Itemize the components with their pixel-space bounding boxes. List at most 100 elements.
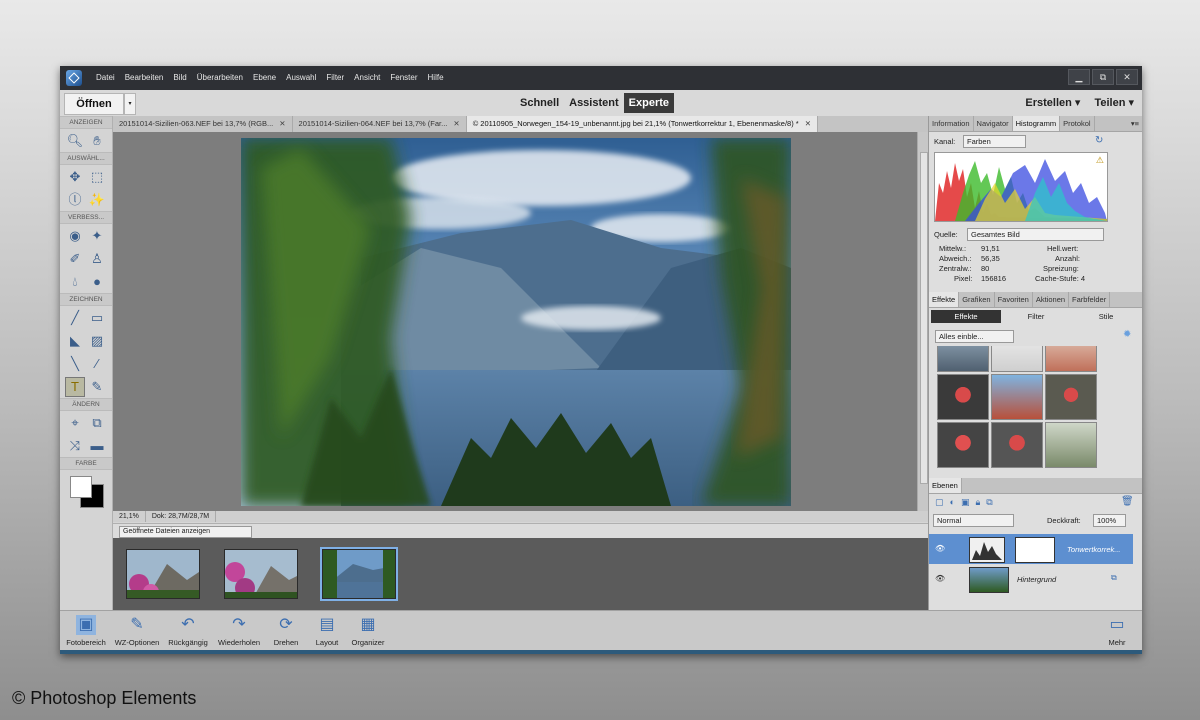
effect-thumbnail[interactable] [1045,374,1097,420]
create-button[interactable]: Erstellen ▾ [1025,93,1080,113]
layer-name[interactable]: Hintergrund [1017,575,1056,584]
layer-row-selected[interactable]: 👁︎ Tonwertkorrek... [929,534,1133,564]
scrollbar-thumb[interactable] [920,152,928,484]
visibility-eye-icon[interactable]: 👁︎ [935,544,945,553]
effect-thumbnail[interactable] [991,374,1043,420]
redo-button[interactable]: ↷ Wiederholen [214,615,264,647]
tab-grafiken[interactable]: Grafiken [959,292,995,307]
tab-protokoll[interactable]: Protokol [1060,116,1095,131]
document-tab[interactable]: 20151014-Sizilien-063.NEF bei 13,7% (RGB… [113,116,293,132]
link-icon[interactable]: ⧉ [986,497,998,507]
layer-name[interactable]: Tonwertkorrek... [1067,545,1121,554]
mode-experte[interactable]: Experte [623,93,675,113]
subtab-stile[interactable]: Stile [1071,310,1141,323]
tab-aktionen[interactable]: Aktionen [1033,292,1070,307]
subtab-effekte[interactable]: Effekte [931,310,1001,323]
menu-filter[interactable]: Filter [326,73,344,82]
layer-mask-thumbnail[interactable] [1015,537,1055,563]
gradient-tool-icon[interactable]: ▨ [88,332,106,350]
tab-effekte[interactable]: Effekte [929,292,960,307]
smart-brush-icon[interactable]: ✐ [66,250,84,268]
tool-options-button[interactable]: ✎ WZ-Optionen [112,615,162,647]
content-aware-move-icon[interactable]: ⤨ [66,437,84,455]
effect-thumbnail[interactable] [937,346,989,372]
pencil-tool-icon[interactable]: ✎ [88,378,106,396]
mode-schnell[interactable]: Schnell [515,93,564,113]
menu-auswahl[interactable]: Auswahl [286,73,316,82]
photo-bin-button[interactable]: ▣ Fotobereich [64,615,108,647]
blur-tool-icon[interactable]: 💧︎ [66,273,84,291]
settings-gear-icon[interactable]: ✹ [1123,329,1131,340]
menu-datei[interactable]: Datei [96,73,115,82]
sponge-tool-icon[interactable]: ● [88,273,106,291]
effects-filter-select[interactable]: Alles einble... [935,330,1014,343]
paint-bucket-icon[interactable]: ◣ [66,332,84,350]
line-tool-icon[interactable]: ∕ [88,355,106,373]
blend-mode-select[interactable]: Normal [933,514,1014,527]
foreground-color[interactable] [70,476,92,498]
opacity-input[interactable]: 100% [1093,514,1126,527]
clone-stamp-icon[interactable]: ♙ [88,250,106,268]
healing-brush-icon[interactable]: ✦ [88,227,106,245]
photo-bin-select[interactable]: Geöffnete Dateien anzeigen [119,526,252,538]
type-tool-icon[interactable]: T [65,376,85,397]
refresh-icon[interactable]: ↻ [1095,135,1103,146]
brush-tool-icon[interactable]: ╱ [66,309,84,327]
source-select[interactable]: Gesamtes Bild [967,228,1104,241]
menu-fenster[interactable]: Fenster [390,73,417,82]
new-layer-icon[interactable]: ▢ [935,497,950,507]
adjustment-layer-icon[interactable]: ◐ [950,497,961,507]
fjord-photo[interactable] [241,138,791,506]
color-swatches[interactable] [66,474,106,510]
straighten-tool-icon[interactable]: ▬ [88,437,106,455]
effect-thumbnail[interactable] [991,422,1043,468]
effect-thumbnail[interactable] [1045,422,1097,468]
layer-row[interactable]: 👁︎ Hintergrund ⧉ [929,564,1133,594]
zoom-tool-icon[interactable]: 🔍︎ [66,132,84,150]
close-button[interactable]: ✕ [1116,69,1138,85]
marquee-tool-icon[interactable]: ⬚ [88,168,106,186]
menu-bearbeiten[interactable]: Bearbeiten [125,73,164,82]
move-tool-icon[interactable]: ✥ [66,168,84,186]
eraser-tool-icon[interactable]: ▭ [88,309,106,327]
tab-ebenen[interactable]: Ebenen [929,478,962,493]
mode-assistent[interactable]: Assistent [564,93,624,113]
crop-tool-icon[interactable]: ⌖ [66,414,84,432]
channel-select[interactable]: Farben [963,135,1026,148]
tab-histogram[interactable]: Histogramm [1012,116,1061,131]
close-tab-icon[interactable]: ✕ [805,119,811,128]
mask-icon[interactable]: ▣ [961,497,976,507]
tab-navigator[interactable]: Navigator [974,116,1013,131]
trash-icon[interactable]: 🗑︎ [1121,496,1134,507]
hand-tool-icon[interactable]: ✋︎ [88,132,106,150]
tab-farbfelder[interactable]: Farbfelder [1069,292,1111,307]
effect-thumbnail[interactable] [1045,346,1097,372]
more-button[interactable]: ▭ Mehr [1100,615,1134,647]
maximize-button[interactable]: ⧉ [1092,69,1114,85]
document-tab-active[interactable]: © 20110905_Norwegen_154-19_unbenannt.jpg… [466,116,819,132]
panel-menu-icon[interactable]: ▾≡ [1128,116,1142,131]
document-tab[interactable]: 20151014-Sizilien-064.NEF bei 13,7% (Far… [293,116,467,132]
menu-ebene[interactable]: Ebene [253,73,276,82]
rotate-button[interactable]: ⟳ Drehen [268,615,304,647]
recompose-tool-icon[interactable]: ⧉ [88,414,106,432]
zoom-level[interactable]: 21,1% [113,511,146,522]
visibility-eye-icon[interactable]: 👁︎ [935,574,945,583]
close-tab-icon[interactable]: ✕ [279,119,285,128]
minimize-button[interactable]: ▁ [1068,69,1090,85]
tab-information[interactable]: Information [929,116,974,131]
layout-button[interactable]: ▤ Layout [310,615,344,647]
eyedropper-tool-icon[interactable]: ╲ [66,355,84,373]
share-button[interactable]: Teilen ▾ [1094,93,1134,113]
image-canvas[interactable] [113,132,917,511]
effect-thumbnail[interactable] [991,346,1043,372]
undo-button[interactable]: ↶ Rückgängig [166,615,210,647]
menu-hilfe[interactable]: Hilfe [428,73,444,82]
open-button[interactable]: Öffnen [64,93,124,115]
organizer-button[interactable]: ▦ Organizer [348,615,388,647]
subtab-filter[interactable]: Filter [1001,310,1071,323]
menu-ansicht[interactable]: Ansicht [354,73,380,82]
photo-bin-thumbnail[interactable] [126,549,200,599]
magic-wand-icon[interactable]: ✨ [88,191,106,209]
effect-thumbnail[interactable] [937,422,989,468]
